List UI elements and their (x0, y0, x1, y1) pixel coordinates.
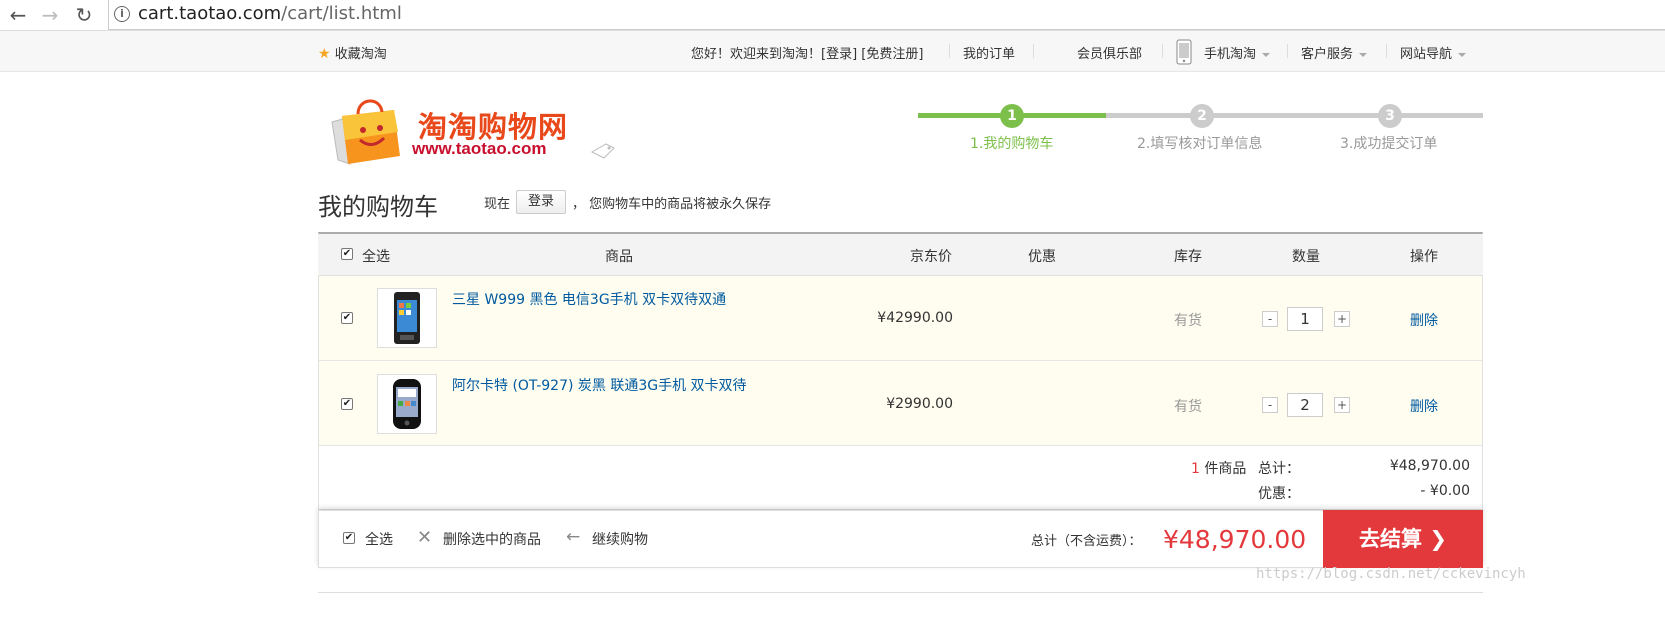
chevron-down-icon (1262, 52, 1271, 57)
login-note-prefix: 现在 (484, 197, 511, 212)
continue-shopping-link[interactable]: 继续购物 (592, 529, 648, 549)
product-name-link[interactable]: 阿尔卡特 (OT-927) 炭黑 联通3G手机 双卡双待 (452, 375, 747, 395)
table-row: ✔ 三星 W999 黑色 电信3G手机 双卡双待双通 ¥42990.00 有货 … (319, 276, 1482, 361)
close-icon[interactable]: ✕ (417, 527, 432, 548)
login-button[interactable]: 登录 (516, 190, 566, 214)
info-icon[interactable]: i (114, 6, 130, 22)
header-quantity: 数量 (1292, 249, 1320, 265)
divider (1287, 44, 1288, 58)
divider (1033, 44, 1034, 58)
member-club-link[interactable]: 会员俱乐部 (1077, 43, 1142, 62)
item-count: 1 (1191, 461, 1200, 477)
quantity-increase-button[interactable]: + (1334, 311, 1350, 327)
product-price: ¥42990.00 (877, 310, 953, 326)
stock-status: 有货 (1174, 313, 1202, 329)
quantity-input[interactable]: 2 (1287, 393, 1323, 417)
product-price: ¥2990.00 (886, 396, 953, 412)
site-nav-menu[interactable]: 网站导航 (1400, 43, 1467, 62)
divider (1162, 44, 1163, 58)
chevron-right-icon: ❯ (1429, 527, 1447, 551)
row-checkbox[interactable]: ✔ (341, 398, 353, 410)
back-arrow-icon[interactable]: ← (566, 527, 580, 547)
quantity-increase-button[interactable]: + (1334, 397, 1350, 413)
footer-select-all-label[interactable]: 全选 (365, 529, 393, 549)
checkout-label: 去结算 (1359, 527, 1423, 551)
header-stock: 库存 (1174, 249, 1202, 265)
mobile-label: 手机淘淘 (1204, 47, 1257, 62)
step-3-dot: 3 (1378, 104, 1402, 128)
divider (318, 592, 1483, 593)
delete-link[interactable]: 删除 (1410, 310, 1438, 330)
divider (1386, 44, 1387, 58)
step-progress-todo (1106, 113, 1483, 118)
footer-select-all-checkbox[interactable]: ✔ (343, 532, 355, 544)
chevron-down-icon (1458, 52, 1467, 57)
url-text[interactable]: cart.taotao.com/cart/list.html (138, 3, 402, 24)
delete-link[interactable]: 删除 (1410, 396, 1438, 416)
back-arrow-icon[interactable]: ← (6, 3, 30, 27)
discount-label: 优惠： (1258, 486, 1300, 502)
header-action: 操作 (1410, 249, 1438, 265)
customer-service-menu[interactable]: 客户服务 (1301, 43, 1368, 62)
product-image[interactable] (377, 374, 437, 434)
item-count-summary: 1 件商品 (1191, 458, 1246, 478)
star-icon: ★ (318, 46, 331, 62)
header-price: 京东价 (910, 249, 952, 265)
step-2-label: 2.填写核对订单信息 (1137, 136, 1263, 152)
row-checkbox[interactable]: ✔ (341, 312, 353, 324)
grand-total-value: ¥48,970.00 (1163, 525, 1307, 554)
header-select-all[interactable]: 全选 (362, 246, 390, 266)
quantity-decrease-button[interactable]: - (1262, 397, 1278, 413)
top-nav: ★ 收藏淘淘 您好！欢迎来到淘淘！[登录] [免费注册] 我的订单 会员俱乐部 … (0, 31, 1665, 72)
forward-arrow-icon[interactable]: → (38, 3, 62, 27)
reload-icon[interactable]: ↻ (72, 3, 96, 27)
step-1-dot: 1 (1000, 104, 1024, 128)
login-note-suffix: ， 您购物车中的商品将被永久保存 (572, 197, 772, 212)
header-product: 商品 (605, 249, 633, 265)
service-label: 客户服务 (1301, 47, 1354, 62)
subtotal-value: ¥48,970.00 (1389, 458, 1470, 474)
product-image[interactable] (377, 288, 437, 348)
quantity-input[interactable]: 1 (1287, 307, 1323, 331)
url-path: /cart/list.html (281, 3, 402, 24)
divider (949, 44, 950, 58)
subtotal-label: 总计： (1258, 461, 1300, 477)
url-host: cart.taotao.com (138, 3, 282, 24)
step-3-label: 3.成功提交订单 (1340, 136, 1438, 152)
step-2-dot: 2 (1190, 104, 1214, 128)
chevron-down-icon (1359, 52, 1368, 57)
mobile-phone-icon (1176, 39, 1192, 69)
step-1-label: 1.我的购物车 (970, 136, 1054, 152)
logo-bag-icon[interactable] (328, 96, 406, 168)
table-row: ✔ 阿尔卡特 (OT-927) 炭黑 联通3G手机 双卡双待 ¥2990.00 … (319, 361, 1482, 446)
discount-value: - ¥0.00 (1420, 483, 1470, 499)
favorite-label: 收藏淘淘 (334, 47, 387, 62)
my-orders-link[interactable]: 我的订单 (963, 43, 1015, 62)
delete-selected-link[interactable]: 删除选中的商品 (443, 529, 541, 549)
tag-icon (590, 140, 616, 164)
checkout-button[interactable]: 去结算 ❯ (1323, 510, 1483, 568)
stock-status: 有货 (1174, 399, 1202, 415)
greeting-login-register[interactable]: 您好！欢迎来到淘淘！[登录] [免费注册] (691, 43, 923, 62)
grand-total-label: 总计（不含运费）： (1031, 534, 1142, 549)
select-all-checkbox[interactable]: ✔ (341, 248, 353, 260)
favorite-link[interactable]: ★ 收藏淘淘 (318, 43, 387, 62)
quantity-decrease-button[interactable]: - (1262, 311, 1278, 327)
mobile-taotao-menu[interactable]: 手机淘淘 (1204, 43, 1271, 62)
item-count-suffix: 件商品 (1204, 461, 1247, 477)
page-title: 我的购物车 (318, 193, 438, 221)
site-nav-label: 网站导航 (1400, 47, 1453, 62)
header-discount: 优惠 (1028, 249, 1056, 265)
product-name-link[interactable]: 三星 W999 黑色 电信3G手机 双卡双待双通 (452, 289, 726, 309)
table-header: ✔ 全选 商品 京东价 优惠 库存 数量 操作 (318, 234, 1483, 276)
logo-url[interactable]: www.taotao.com (412, 139, 546, 159)
watermark: https://blog.csdn.net/cckevincyh (1256, 566, 1526, 582)
